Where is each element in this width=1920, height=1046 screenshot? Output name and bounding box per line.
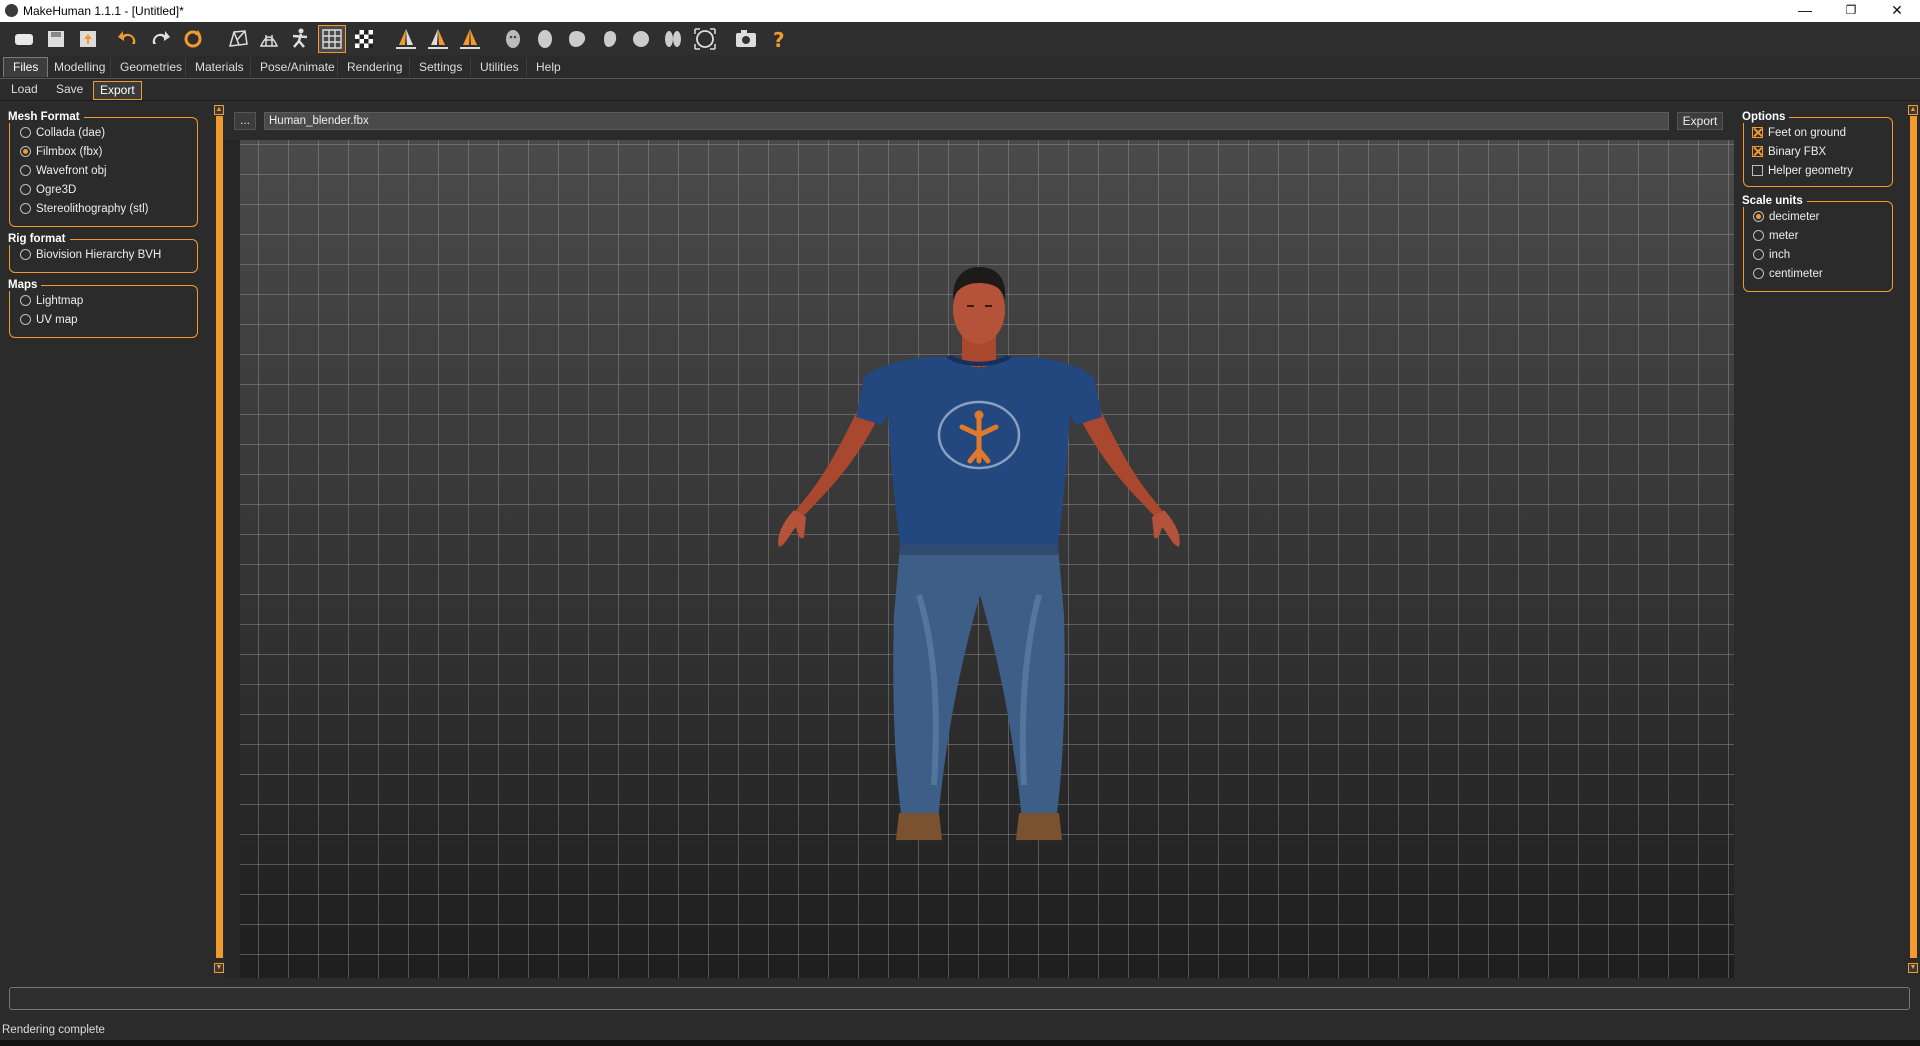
- app-icon: [5, 4, 18, 17]
- subtab-load[interactable]: Load: [5, 81, 44, 98]
- filename-input[interactable]: Human_blender.fbx: [264, 112, 1669, 130]
- 3d-viewport[interactable]: [224, 140, 1734, 978]
- smooth-icon[interactable]: [256, 26, 282, 52]
- bottom-view-icon[interactable]: [564, 26, 590, 52]
- reset-icon[interactable]: [180, 26, 206, 52]
- side-view-icon[interactable]: [596, 26, 622, 52]
- export-button[interactable]: Export: [1677, 112, 1723, 130]
- symmetry-icon[interactable]: [660, 26, 686, 52]
- progress-bar: [9, 987, 1910, 1010]
- tab-files[interactable]: Files: [3, 57, 49, 77]
- toolbar: ?: [0, 22, 1920, 55]
- tab-help[interactable]: Help: [526, 58, 570, 77]
- tab-settings[interactable]: Settings: [409, 58, 471, 77]
- maps-title: Maps: [8, 279, 42, 291]
- tab-materials[interactable]: Materials: [185, 58, 253, 77]
- export-file-icon[interactable]: [75, 26, 101, 52]
- undo-icon[interactable]: [115, 26, 141, 52]
- main-tab-bar: Files Modelling Geometries Materials Pos…: [0, 56, 1920, 79]
- tab-modelling[interactable]: Modelling: [44, 58, 114, 77]
- tab-utilities[interactable]: Utilities: [470, 58, 528, 77]
- minimize-button[interactable]: —: [1782, 0, 1828, 22]
- right-scroll-down[interactable]: ▼: [1908, 963, 1918, 973]
- left-view-icon[interactable]: [457, 26, 483, 52]
- browse-button[interactable]: ...: [234, 112, 256, 130]
- head-view-icon[interactable]: [628, 26, 654, 52]
- title-bar: MakeHuman 1.1.1 - [Untitled]* — ❐ ✕: [0, 0, 1920, 22]
- right-scrollbar[interactable]: [1910, 116, 1917, 958]
- reset-camera-icon[interactable]: [692, 26, 718, 52]
- right-scroll-up[interactable]: ▲: [1908, 105, 1918, 115]
- human-model: [778, 267, 1180, 840]
- help-icon[interactable]: ?: [766, 26, 792, 52]
- window-title: MakeHuman 1.1.1 - [Untitled]*: [23, 4, 184, 18]
- checker-background-icon[interactable]: [351, 26, 377, 52]
- new-file-icon[interactable]: [11, 26, 37, 52]
- status-text: Rendering complete: [2, 1024, 105, 1036]
- wireframe-icon[interactable]: [225, 26, 251, 52]
- tab-rendering[interactable]: Rendering: [337, 58, 411, 77]
- bottom-edge: [0, 1040, 1920, 1046]
- options-title: Options: [1742, 111, 1790, 123]
- mesh-format-title: Mesh Format: [8, 111, 84, 123]
- pose-icon[interactable]: [287, 26, 313, 52]
- screenshot-icon[interactable]: [733, 26, 759, 52]
- close-button[interactable]: ✕: [1874, 0, 1920, 22]
- left-scroll-up[interactable]: ▲: [214, 105, 224, 115]
- front-view-icon[interactable]: [393, 26, 419, 52]
- rig-format-title: Rig format: [8, 233, 70, 245]
- grid-icon[interactable]: [318, 25, 346, 53]
- subtab-save[interactable]: Save: [50, 81, 89, 98]
- tab-pose-animate[interactable]: Pose/Animate: [250, 58, 344, 77]
- top-view-icon[interactable]: [532, 26, 558, 52]
- redo-icon[interactable]: [147, 26, 173, 52]
- tab-geometries[interactable]: Geometries: [110, 58, 191, 77]
- subtab-export[interactable]: Export: [93, 81, 142, 100]
- svg-text:?: ?: [773, 28, 785, 52]
- save-file-icon[interactable]: [43, 26, 69, 52]
- maximize-button[interactable]: ❐: [1828, 0, 1874, 22]
- scale-units-title: Scale units: [1742, 195, 1807, 207]
- sub-tab-bar: Load Save Export: [0, 79, 1920, 101]
- left-scrollbar[interactable]: [216, 116, 223, 958]
- right-view-icon[interactable]: [500, 26, 526, 52]
- back-view-icon[interactable]: [425, 26, 451, 52]
- left-scroll-down[interactable]: ▼: [214, 963, 224, 973]
- export-file-bar: ... Human_blender.fbx Export: [234, 111, 1724, 131]
